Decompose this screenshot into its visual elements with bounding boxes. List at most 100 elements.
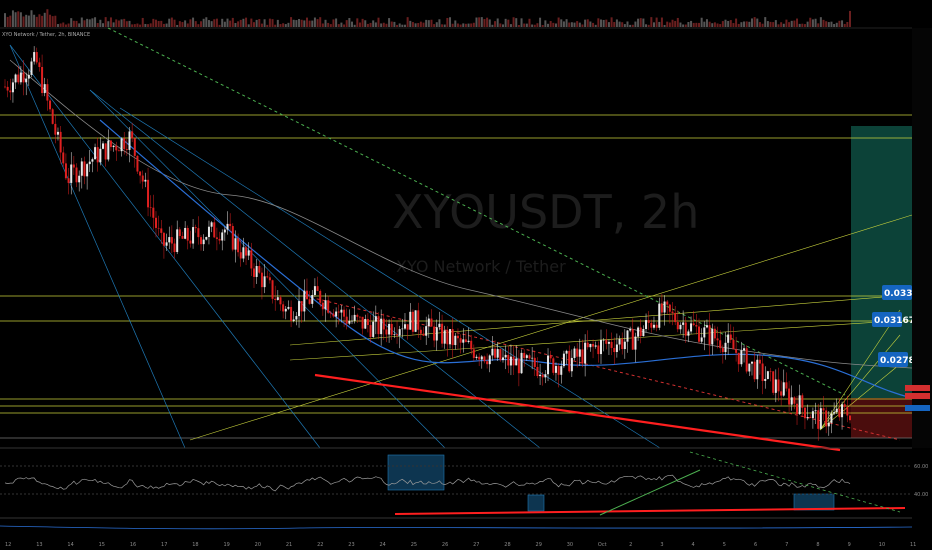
candle-body: [467, 340, 470, 343]
x-tick-label: 22: [317, 542, 323, 548]
volume-bar: [459, 24, 462, 27]
candle-body: [451, 329, 454, 346]
candle-body: [411, 311, 414, 332]
volume-bar: [202, 18, 205, 27]
volume-bar: [600, 19, 603, 27]
volume-bar: [562, 21, 565, 27]
candle-body: [78, 175, 81, 183]
candle-body: [727, 334, 730, 343]
candle-body: [104, 143, 107, 160]
volume-bar: [825, 21, 828, 27]
volume-bar: [75, 20, 78, 27]
candle-body: [33, 52, 36, 62]
volume-bar: [766, 21, 769, 27]
volume-bar: [716, 23, 719, 27]
volume-bar: [729, 20, 732, 27]
volume-bar: [462, 23, 465, 27]
volume-bar: [279, 24, 282, 27]
volume-bar: [115, 19, 118, 27]
candle-body: [337, 311, 340, 313]
volume-bar: [80, 17, 83, 27]
volume-bar: [520, 18, 523, 27]
candle-body: [441, 323, 444, 344]
volume-bar: [642, 18, 645, 27]
volume-bar: [655, 17, 658, 27]
candle-body: [650, 322, 653, 328]
volume-bar: [822, 19, 825, 27]
candle-body: [703, 327, 706, 338]
volume-bar: [247, 24, 250, 27]
candle-body: [215, 237, 218, 239]
candle-body: [735, 349, 738, 353]
volume-bar: [557, 17, 560, 27]
candle-body: [168, 237, 171, 243]
support-trendline-red: [314, 373, 841, 452]
candle-body: [825, 410, 828, 427]
volume-bar: [549, 21, 552, 27]
candle-body: [523, 352, 526, 358]
volume-bar: [618, 21, 621, 27]
volume-bar: [221, 18, 224, 27]
volume-bar: [626, 21, 629, 27]
candle-body: [80, 161, 83, 176]
volume-bar: [478, 17, 481, 27]
candle-body: [830, 413, 833, 423]
candle-body: [443, 330, 446, 344]
candle-body: [366, 319, 369, 326]
volume-bar: [621, 22, 624, 27]
candle-body: [753, 361, 756, 380]
volume-bar: [245, 17, 248, 27]
volume-bar: [215, 18, 218, 27]
candle-body: [305, 290, 308, 300]
candle-body: [99, 148, 102, 163]
volume-bar: [343, 24, 346, 27]
volume-bar: [210, 21, 213, 27]
volume-bar: [713, 22, 716, 27]
candle-body: [676, 322, 679, 330]
volume-bar: [496, 18, 499, 27]
volume-bar: [38, 14, 41, 27]
candle-body: [533, 357, 536, 367]
x-tick-label: 26: [442, 542, 448, 548]
volume-bar: [94, 17, 97, 27]
candle-body: [125, 148, 128, 150]
candle-body: [218, 238, 221, 241]
candle-body: [623, 341, 626, 350]
volume-bar: [139, 24, 142, 27]
candle-body: [19, 72, 22, 83]
candle-body: [380, 318, 383, 335]
candle-body: [149, 207, 152, 208]
candle-body: [263, 276, 266, 288]
candle-body: [557, 366, 560, 375]
volume-bar: [88, 19, 91, 27]
volume-bar: [645, 24, 648, 27]
candle-body: [613, 347, 616, 353]
price-chart[interactable]: XYOUSDT, 2h XYO Network / Tether XYO Net…: [0, 0, 932, 550]
candle-body: [102, 143, 105, 149]
rsi-trendline-green: [599, 469, 701, 516]
rsi-pane: 60.00 40.00: [0, 451, 928, 516]
volume-bar: [226, 18, 229, 27]
candle-body: [49, 100, 52, 110]
candle-body: [46, 84, 49, 101]
candle-body: [6, 86, 9, 91]
volume-bar: [605, 19, 608, 27]
axis-marker-red: [905, 385, 930, 391]
candle-body: [11, 82, 14, 93]
candle-body: [507, 354, 510, 366]
candle-body: [170, 237, 173, 244]
volume-bar: [107, 21, 110, 27]
candle-body: [621, 338, 624, 350]
candle-body: [377, 316, 380, 335]
x-tick-label: 14: [67, 542, 73, 548]
candle-body: [782, 382, 785, 396]
candle-body: [401, 328, 404, 330]
volume-bar: [178, 21, 181, 27]
candle-body: [843, 404, 846, 407]
candle-body: [589, 343, 592, 348]
volume-bar: [721, 21, 724, 27]
candle-body: [192, 227, 195, 244]
volume-bar: [586, 19, 589, 27]
x-tick-label: 13: [36, 542, 42, 548]
candle-body: [496, 349, 499, 358]
